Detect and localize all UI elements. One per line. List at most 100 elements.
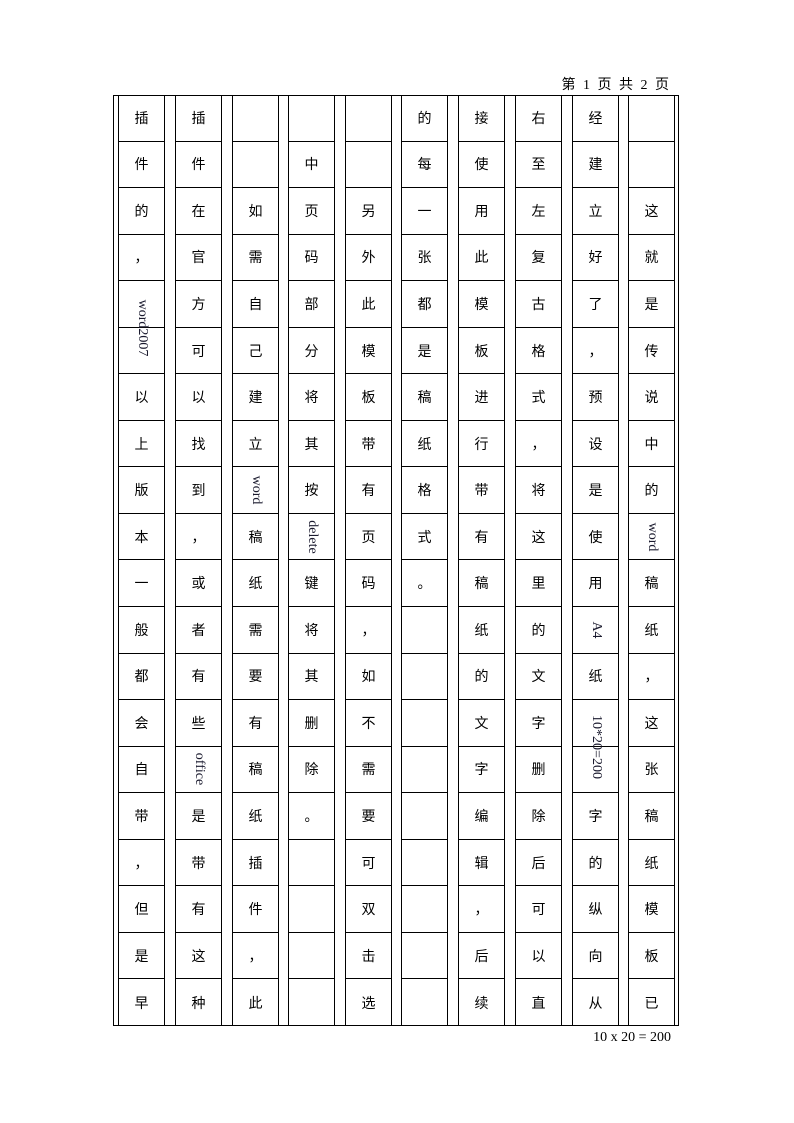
- grid-cell: ，: [233, 933, 278, 980]
- grid-column: 接使用此模板进行带有稿纸的文字编辑 ， 后续: [458, 95, 505, 1026]
- grid-cell: 删: [516, 747, 561, 794]
- grid-cell: 这: [516, 514, 561, 561]
- grid-cell: 一: [119, 561, 164, 608]
- grid-cell: 模: [629, 886, 674, 933]
- cell-text: 至: [531, 157, 546, 174]
- grid-cell: 己: [233, 328, 278, 375]
- grid-cell: 或: [176, 561, 221, 608]
- cell-text: ，: [531, 436, 546, 453]
- cell-text: 的: [531, 622, 546, 639]
- grid-cell: 如: [233, 188, 278, 235]
- cell-text: 但: [134, 902, 149, 919]
- cell-text: 其: [304, 436, 319, 453]
- grid-cell: [233, 142, 278, 189]
- cell-text: 者: [191, 622, 206, 639]
- cell-text: 从: [588, 995, 603, 1012]
- cell-text: 后: [531, 855, 546, 872]
- grid-cell: 除: [289, 747, 334, 794]
- rotated-text: word2007: [134, 299, 150, 357]
- grid-cell: [233, 95, 278, 142]
- cell-text: 使: [588, 529, 603, 546]
- grid-cell: ，: [346, 607, 391, 654]
- grid-cell: 分: [289, 328, 334, 375]
- grid-cell: ，: [629, 654, 674, 701]
- cell-text: 键: [304, 576, 319, 593]
- grid-cell: 复: [516, 235, 561, 282]
- cell-text: 早: [134, 995, 149, 1012]
- grid-cell: 部: [289, 281, 334, 328]
- grid-cell: 中: [629, 421, 674, 468]
- cell-text: 方: [191, 296, 206, 313]
- cell-text: 本: [134, 529, 149, 546]
- grid-cell: 要: [233, 654, 278, 701]
- cell-text: 辑: [474, 855, 489, 872]
- grid-cell: 版: [119, 467, 164, 514]
- cell-text: ，: [134, 855, 149, 872]
- grid-cell: 稿: [629, 561, 674, 608]
- rotated-span-text: 10*20=200: [573, 700, 618, 793]
- grid-cell: 一: [402, 188, 447, 235]
- cell-text: 字: [531, 715, 546, 732]
- grid-cell: 有: [346, 467, 391, 514]
- cell-text: 按: [304, 483, 319, 500]
- cell-text: 这: [644, 203, 659, 220]
- cell-text: 行: [474, 436, 489, 453]
- grid-cell: [402, 840, 447, 887]
- cell-text: 文: [531, 669, 546, 686]
- cell-text: 此: [361, 296, 376, 313]
- cell-text: 右: [531, 110, 546, 127]
- grid-column: 中页码部分将其按 delete 键将其删除。: [288, 95, 335, 1026]
- cell-text: 将: [304, 622, 319, 639]
- cell-text: 纸: [644, 855, 659, 872]
- grid-cell: [402, 979, 447, 1026]
- cell-text: 如: [248, 203, 263, 220]
- grid-cell: [402, 700, 447, 747]
- grid-cell: 件: [233, 886, 278, 933]
- grid-cell: 不: [346, 700, 391, 747]
- cell-text: 这: [531, 529, 546, 546]
- grid-cell: 外: [346, 235, 391, 282]
- grid-cell: A4: [573, 607, 618, 654]
- grid-cell: 插: [176, 95, 221, 142]
- cell-text: 会: [134, 715, 149, 732]
- grid-cell: 立: [573, 188, 618, 235]
- cell-text: 的: [417, 110, 432, 127]
- cell-text: 上: [134, 436, 149, 453]
- grid-cell: 稿: [459, 561, 504, 608]
- cell-text: 稿: [417, 390, 432, 407]
- grid-cell: 击: [346, 933, 391, 980]
- cell-text: 式: [531, 390, 546, 407]
- grid-cell: 辑: [459, 840, 504, 887]
- grid-cell: 纸: [573, 654, 618, 701]
- grid-cell: 插: [119, 95, 164, 142]
- grid-cell: ，: [573, 328, 618, 375]
- cell-text: 以: [134, 390, 149, 407]
- cell-text: 一: [134, 576, 149, 593]
- rotated-span-text: word2007: [119, 281, 164, 374]
- grid-cell: 其: [289, 421, 334, 468]
- grid-cell: 古: [516, 281, 561, 328]
- cell-text: 种: [191, 995, 206, 1012]
- cell-text: ，: [361, 622, 376, 639]
- grid-cell: 接: [459, 95, 504, 142]
- grid-cell: [402, 933, 447, 980]
- cell-text: 带: [361, 436, 376, 453]
- cell-text: 纸: [644, 622, 659, 639]
- cell-text: 到: [191, 483, 206, 500]
- cell-text: 将: [531, 483, 546, 500]
- cell-text: 此: [474, 250, 489, 267]
- grid-cell: 如: [346, 654, 391, 701]
- grid-cell: 纸: [402, 421, 447, 468]
- cell-text: office: [191, 753, 207, 786]
- grid-cell: 以: [176, 374, 221, 421]
- cell-text: 说: [644, 390, 659, 407]
- cell-text: 不: [361, 715, 376, 732]
- grid-cell: 预: [573, 374, 618, 421]
- cell-text: 部: [304, 296, 319, 313]
- cell-text: 件: [134, 157, 149, 174]
- grid-cell: 有: [176, 886, 221, 933]
- grid-cell: 以: [119, 374, 164, 421]
- grid-cell: 字: [459, 747, 504, 794]
- cell-text: 都: [134, 669, 149, 686]
- grid-cell: ，: [119, 840, 164, 887]
